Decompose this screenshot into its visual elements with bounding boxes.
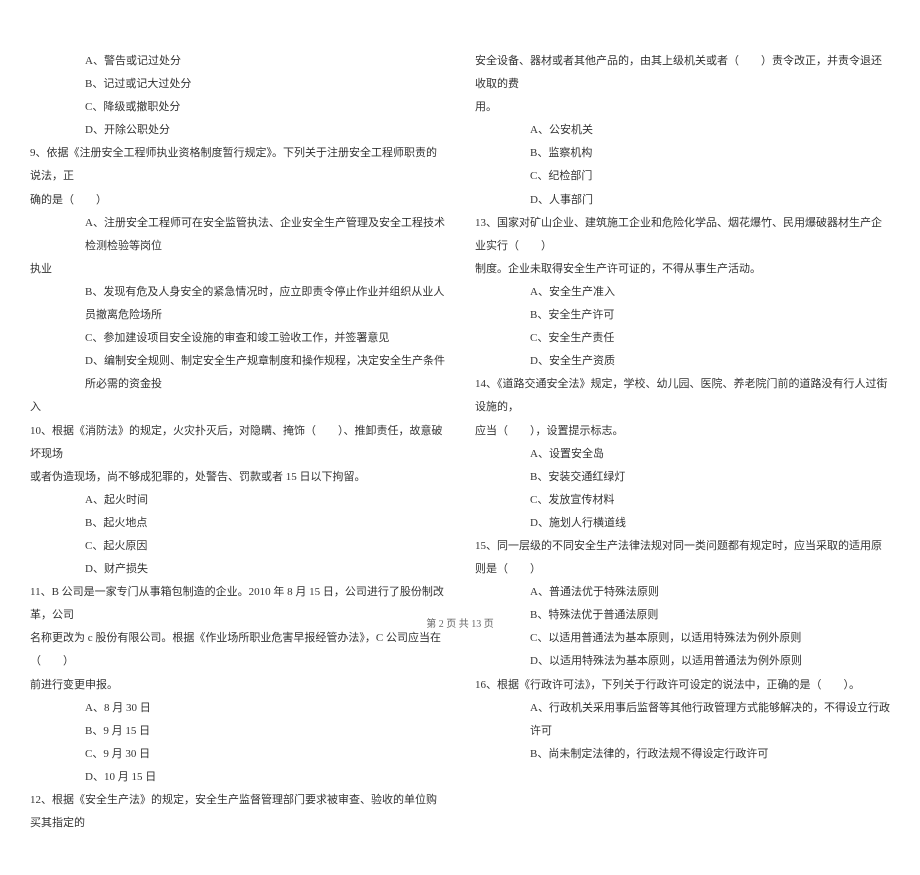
q11-text-line3: 前进行变更申报。: [30, 674, 445, 697]
right-column: 安全设备、器材或者其他产品的，由其上级机关或者（ ）责令改正，并责令退还收取的费…: [475, 50, 890, 835]
q9-option-d-line1: D、编制安全规则、制定安全生产规章制度和操作规程，决定安全生产条件所必需的资金投: [30, 350, 445, 396]
q9-text-line2: 确的是（ ）: [30, 189, 445, 212]
q13-option-c: C、安全生产责任: [475, 327, 890, 350]
q14-text-line1: 14、《道路交通安全法》规定，学校、幼儿园、医院、养老院门前的道路没有行人过街设…: [475, 373, 890, 419]
q14-option-a: A、设置安全岛: [475, 443, 890, 466]
q11-text-line2: 名称更改为 c 股份有限公司。根据《作业场所职业危害早报经管办法》，C 公司应当…: [30, 627, 445, 673]
q12-cont-line2: 用。: [475, 96, 890, 119]
q12-option-b: B、监察机构: [475, 142, 890, 165]
q8-option-c: C、降级或撤职处分: [30, 96, 445, 119]
q13-option-d: D、安全生产资质: [475, 350, 890, 373]
q11-option-a: A、8 月 30 日: [30, 697, 445, 720]
q10-text-line1: 10、根据《消防法》的规定，火灾扑灭后，对隐瞒、掩饰（ ）、推卸责任，故意破坏现…: [30, 420, 445, 466]
q9-text-line1: 9、依据《注册安全工程师执业资格制度暂行规定》。下列关于注册安全工程师职责的说法…: [30, 142, 445, 188]
q16-option-b: B、尚未制定法律的，行政法规不得设定行政许可: [475, 743, 890, 766]
q14-option-d: D、施划人行横道线: [475, 512, 890, 535]
q12-option-a: A、公安机关: [475, 119, 890, 142]
q9-option-a-line1: A、注册安全工程师可在安全监管执法、企业安全生产管理及安全工程技术检测检验等岗位: [30, 212, 445, 258]
q15-option-a: A、普通法优于特殊法原则: [475, 581, 890, 604]
q12-option-c: C、纪检部门: [475, 165, 890, 188]
q8-option-d: D、开除公职处分: [30, 119, 445, 142]
q10-option-b: B、起火地点: [30, 512, 445, 535]
q8-option-b: B、记过或记大过处分: [30, 73, 445, 96]
q9-option-d-line2: 入: [30, 396, 445, 419]
q10-text-line2: 或者伪造现场，尚不够成犯罪的，处警告、罚款或者 15 日以下拘留。: [30, 466, 445, 489]
q10-option-c: C、起火原因: [30, 535, 445, 558]
q15-option-d: D、以适用特殊法为基本原则，以适用普通法为例外原则: [475, 650, 890, 673]
q13-option-a: A、安全生产准入: [475, 281, 890, 304]
q9-option-a-line2: 执业: [30, 258, 445, 281]
q16-option-a: A、行政机关采用事后监督等其他行政管理方式能够解决的，不得设立行政许可: [475, 697, 890, 743]
q16-text-line1: 16、根据《行政许可法》，下列关于行政许可设定的说法中，正确的是（ ）。: [475, 674, 890, 697]
q10-option-d: D、财产损失: [30, 558, 445, 581]
q11-option-d: D、10 月 15 日: [30, 766, 445, 789]
left-column: A、警告或记过处分 B、记过或记大过处分 C、降级或撤职处分 D、开除公职处分 …: [30, 50, 445, 835]
q15-text-line1: 15、同一层级的不同安全生产法律法规对同一类问题都有规定时，应当采取的适用原则是…: [475, 535, 890, 581]
q8-option-a: A、警告或记过处分: [30, 50, 445, 73]
q11-option-c: C、9 月 30 日: [30, 743, 445, 766]
page-footer: 第 2 页 共 13 页: [0, 615, 920, 630]
q9-option-c: C、参加建设项目安全设施的审查和竣工验收工作，并签署意见: [30, 327, 445, 350]
q11-option-b: B、9 月 15 日: [30, 720, 445, 743]
q14-text-line2: 应当（ ），设置提示标志。: [475, 420, 890, 443]
q12-text-line1: 12、根据《安全生产法》的规定，安全生产监督管理部门要求被审查、验收的单位购买其…: [30, 789, 445, 835]
document-page: A、警告或记过处分 B、记过或记大过处分 C、降级或撤职处分 D、开除公职处分 …: [0, 0, 920, 875]
q10-option-a: A、起火时间: [30, 489, 445, 512]
q12-cont-line1: 安全设备、器材或者其他产品的，由其上级机关或者（ ）责令改正，并责令退还收取的费: [475, 50, 890, 96]
q13-option-b: B、安全生产许可: [475, 304, 890, 327]
q12-option-d: D、人事部门: [475, 189, 890, 212]
q14-option-c: C、发放宣传材料: [475, 489, 890, 512]
q15-option-c: C、以适用普通法为基本原则，以适用特殊法为例外原则: [475, 627, 890, 650]
q13-text-line2: 制度。企业未取得安全生产许可证的，不得从事生产活动。: [475, 258, 890, 281]
q9-option-b: B、发现有危及人身安全的紧急情况时，应立即责令停止作业并组织从业人员撤离危险场所: [30, 281, 445, 327]
q13-text-line1: 13、国家对矿山企业、建筑施工企业和危险化学品、烟花爆竹、民用爆破器材生产企业实…: [475, 212, 890, 258]
q14-option-b: B、安装交通红绿灯: [475, 466, 890, 489]
